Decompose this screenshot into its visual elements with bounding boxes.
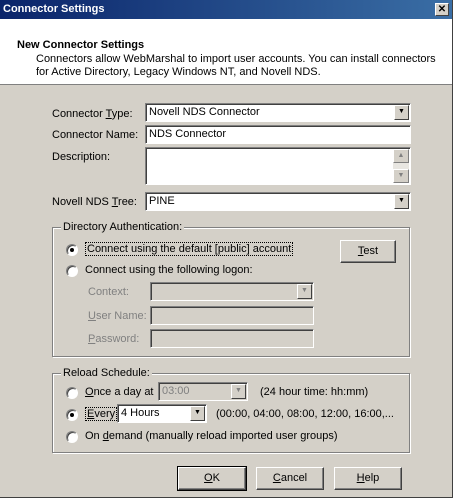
cancel-button[interactable]: Cancel <box>256 467 324 490</box>
chevron-down-icon[interactable]: ▼ <box>297 284 312 299</box>
title-bar[interactable]: Connector Settings ✕ <box>0 0 452 19</box>
logon-radio[interactable] <box>66 265 78 277</box>
chevron-down-icon[interactable]: ▼ <box>190 406 205 421</box>
password-label: Password: <box>88 333 140 345</box>
connector-type-label: Connector Type: <box>52 108 133 120</box>
scroll-up-icon[interactable]: ▲ <box>393 149 409 163</box>
default-account-label[interactable]: Connect using the default [public] accou… <box>85 242 294 256</box>
default-account-radio[interactable] <box>66 244 78 256</box>
window-title: Connector Settings <box>3 3 105 15</box>
test-button[interactable]: Test <box>340 240 396 263</box>
on-demand-label[interactable]: On demand (manually reload imported user… <box>85 430 338 442</box>
connector-type-dropdown[interactable]: Novell NDS Connector ▼ <box>145 103 411 122</box>
header-title: New Connector Settings <box>17 39 145 51</box>
ok-button[interactable]: OK <box>177 466 247 491</box>
chevron-down-icon[interactable]: ▼ <box>231 384 246 399</box>
chevron-down-icon[interactable]: ▼ <box>394 194 409 209</box>
dialog-header: New Connector Settings Connectors allow … <box>0 19 452 85</box>
connector-settings-dialog: Connector Settings ✕ New Connector Setti… <box>0 0 453 498</box>
every-label[interactable]: Every <box>85 407 118 421</box>
every-interval-dropdown[interactable]: 4 Hours ▼ <box>117 404 207 423</box>
context-label: Context: <box>88 286 129 298</box>
directory-authentication-legend: Directory Authentication: <box>61 221 185 233</box>
header-description: Connectors allow WebMarshal to import us… <box>36 53 436 78</box>
once-a-day-label[interactable]: Once a day at <box>85 386 154 398</box>
every-radio[interactable] <box>66 409 78 421</box>
connector-name-input[interactable]: NDS Connector <box>145 125 411 144</box>
nds-tree-dropdown[interactable]: PINE ▼ <box>145 192 411 211</box>
connector-type-value: Novell NDS Connector <box>149 106 260 118</box>
help-button[interactable]: Help <box>334 467 402 490</box>
user-name-label: User Name: <box>88 310 147 322</box>
reload-schedule-legend: Reload Schedule: <box>61 367 152 379</box>
on-demand-radio[interactable] <box>66 431 78 443</box>
chevron-down-icon[interactable]: ▼ <box>394 105 409 120</box>
once-a-day-hint: (24 hour time: hh:mm) <box>260 386 369 398</box>
description-label: Description: <box>52 151 111 163</box>
close-icon[interactable]: ✕ <box>435 3 449 16</box>
password-input[interactable] <box>150 329 314 348</box>
scroll-down-icon[interactable]: ▼ <box>393 169 409 183</box>
every-hint: (00:00, 04:00, 08:00, 12:00, 16:00,... <box>216 408 394 420</box>
once-a-day-radio[interactable] <box>66 387 78 399</box>
connector-name-label: Connector Name: <box>52 129 139 141</box>
every-interval-value: 4 Hours <box>121 407 160 419</box>
logon-label[interactable]: Connect using the following logon: <box>85 264 253 276</box>
once-a-day-time-dropdown[interactable]: 03:00 ▼ <box>158 382 248 401</box>
context-dropdown[interactable]: ▼ <box>150 282 314 301</box>
description-textarea[interactable]: ▲ ▼ <box>145 147 411 185</box>
user-name-input[interactable] <box>150 306 314 325</box>
nds-tree-value: PINE <box>149 195 175 207</box>
description-scrollbar[interactable]: ▲ ▼ <box>393 149 409 183</box>
nds-tree-label: Novell NDS Tree: <box>52 196 137 208</box>
